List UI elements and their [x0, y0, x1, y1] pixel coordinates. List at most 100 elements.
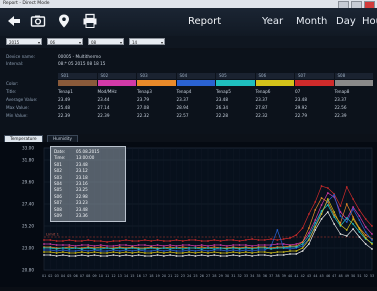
- tooltip-row: Time: 13:00:00: [54, 155, 94, 160]
- x-tick-label: 45: [320, 274, 324, 278]
- data-point: [289, 246, 291, 248]
- sensor-max-value: 26.34: [216, 105, 228, 110]
- data-point: [289, 250, 291, 252]
- tab-year[interactable]: Year: [262, 8, 283, 36]
- tooltip-key: Date:: [54, 149, 66, 154]
- data-point: [207, 250, 209, 252]
- data-point: [99, 252, 102, 254]
- location-pin-icon[interactable]: [56, 13, 72, 29]
- sensor-color-swatch: [334, 80, 373, 86]
- data-point: [68, 239, 71, 241]
- data-point: [244, 247, 247, 249]
- data-point: [257, 251, 260, 253]
- month-select[interactable]: 06 ▾: [47, 38, 83, 45]
- x-tick-label: 31: [231, 274, 235, 278]
- limit-label: Limit 1: [46, 232, 60, 237]
- data-point: [270, 245, 272, 247]
- tooltip-row: S06 22.98: [54, 194, 88, 199]
- data-point: [43, 243, 45, 245]
- data-point: [181, 240, 184, 242]
- sensor-column-header: S01: [58, 73, 97, 79]
- data-point: [68, 246, 71, 248]
- tooltip-key: S02: [54, 168, 62, 174]
- data-point: [188, 251, 190, 253]
- data-point: [99, 248, 102, 250]
- data-point: [87, 252, 90, 254]
- data-point: [333, 216, 336, 218]
- data-point: [238, 250, 241, 252]
- data-point: [213, 239, 216, 241]
- data-point: [150, 240, 153, 242]
- data-point: [358, 209, 361, 211]
- data-point: [238, 255, 241, 257]
- x-tick-label: 14: [124, 274, 128, 278]
- x-tick-label: 02: [48, 274, 52, 278]
- data-point: [131, 255, 134, 257]
- tab-day[interactable]: Day: [336, 8, 356, 36]
- data-point: [251, 255, 254, 257]
- sensor-title: Tenap6: [255, 89, 271, 94]
- data-point: [213, 248, 216, 250]
- data-point: [345, 203, 348, 205]
- data-point: [282, 243, 285, 245]
- data-point: [314, 209, 317, 211]
- data-point: [371, 239, 373, 241]
- data-point: [345, 217, 348, 219]
- sensor-color-swatch: [137, 80, 176, 86]
- data-point: [345, 235, 348, 237]
- data-point: [175, 252, 178, 254]
- data-point: [289, 253, 291, 255]
- x-tick-label: 26: [200, 274, 204, 278]
- sensor-max-value: 22.56: [334, 105, 347, 110]
- day-select[interactable]: 08 ▾: [88, 38, 124, 45]
- data-point: [263, 239, 266, 241]
- data-point: [301, 250, 304, 252]
- data-point: [238, 244, 241, 246]
- data-point: [55, 255, 58, 257]
- data-point: [55, 248, 58, 250]
- data-point: [276, 239, 279, 241]
- camera-icon[interactable]: [30, 13, 46, 29]
- x-tick-label: 20: [162, 274, 166, 278]
- data-point: [301, 245, 304, 247]
- data-point: [295, 250, 298, 252]
- data-point: [144, 239, 146, 241]
- data-point: [49, 243, 52, 245]
- sensor-min-value: 22.28: [216, 113, 228, 118]
- data-point: [194, 245, 197, 247]
- data-point: [364, 237, 367, 239]
- tooltip-row: S02 23.12: [54, 168, 88, 174]
- x-tick-label: 51: [357, 274, 361, 278]
- back-arrow-icon[interactable]: [6, 13, 22, 29]
- tab-hour[interactable]: Hou: [362, 8, 377, 36]
- data-point: [326, 211, 329, 213]
- year-select[interactable]: 2015 ▾: [6, 38, 42, 45]
- data-point: [200, 240, 203, 242]
- x-tick-label: 25: [193, 274, 197, 278]
- sensor-column-header: S03: [137, 73, 176, 79]
- x-tick-label: 52: [364, 274, 368, 278]
- device-name-label: Device name:: [6, 54, 35, 59]
- data-point: [93, 251, 96, 253]
- tab-month[interactable]: Month: [296, 8, 327, 36]
- data-point: [162, 252, 165, 254]
- data-point: [364, 234, 367, 236]
- data-point: [339, 215, 342, 217]
- x-tick-label: 40: [288, 274, 292, 278]
- data-point: [156, 254, 159, 256]
- x-tick-label: 21: [168, 274, 172, 278]
- data-point: [137, 240, 140, 242]
- data-point: [169, 240, 172, 242]
- sensor-max-value: 28.94: [176, 105, 189, 110]
- x-tick-label: 04: [61, 274, 65, 278]
- sensor-average-value: 23.44: [97, 97, 110, 102]
- print-icon[interactable]: [82, 13, 98, 29]
- x-tick-label: 48: [338, 274, 342, 278]
- data-point: [80, 244, 83, 246]
- data-point: [244, 249, 247, 251]
- data-point: [238, 240, 241, 242]
- filter-bar: 2015 ▾ 06 ▾ 08 ▾ 14 ▾: [0, 36, 377, 48]
- hour-select[interactable]: 14 ▾: [129, 38, 165, 45]
- x-tick-label: 01: [42, 274, 46, 278]
- data-point: [282, 247, 285, 249]
